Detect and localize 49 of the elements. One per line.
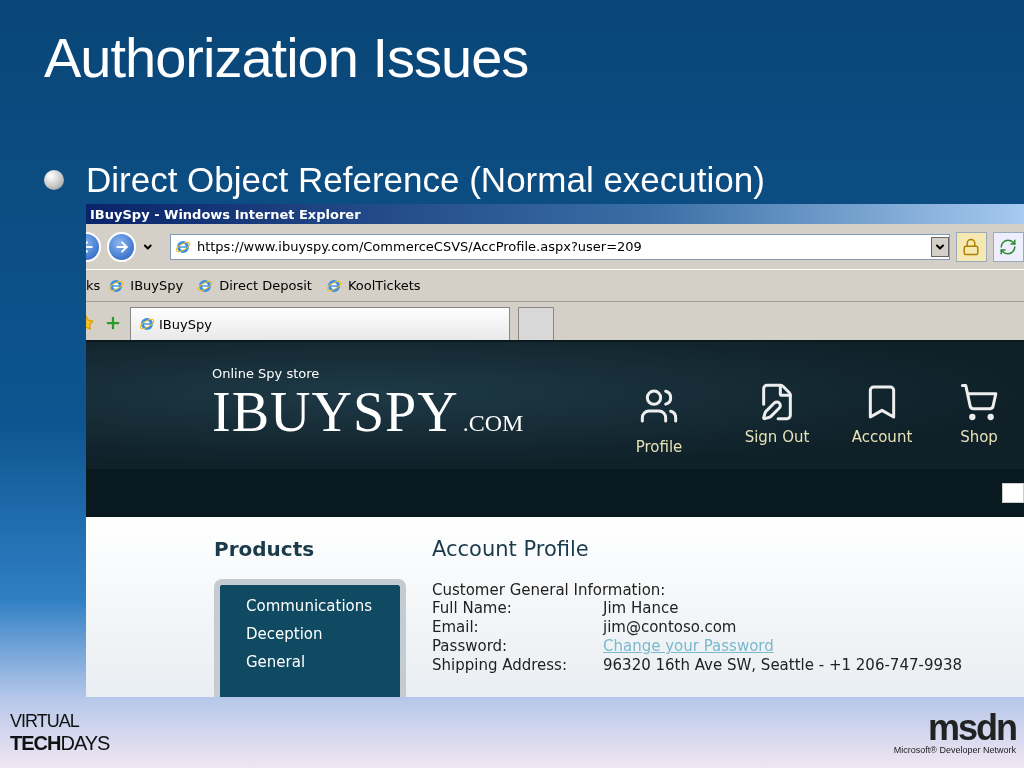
field-value: jim@contoso.com (603, 618, 738, 636)
msdn-logo: msdn (928, 710, 1016, 745)
address-dropdown-button[interactable] (930, 236, 949, 257)
field-label: Full Name: (432, 599, 513, 617)
favorite-link[interactable]: Direct Deposit (197, 277, 312, 294)
cart-icon (959, 382, 999, 422)
field-label: Shipping Address: (432, 656, 568, 674)
bullet-text: Direct Object Reference (Normal execution) (86, 160, 765, 200)
browser-tab[interactable]: IBuySpy (130, 307, 510, 340)
slide-title: Authorization Issues (44, 25, 529, 91)
nav-link[interactable]: Account (830, 382, 934, 456)
browser-page-icon (197, 277, 214, 294)
category-link[interactable]: General (246, 653, 306, 671)
search-field[interactable] (1002, 483, 1024, 503)
address-field[interactable]: https://www.ibuyspy.com/CommerceCSVS/AccProfile.aspx?user=209 (169, 233, 950, 260)
tagline: Online Spy store (212, 366, 320, 381)
forward-button[interactable] (107, 231, 137, 262)
new-tab-button[interactable] (518, 307, 554, 340)
category-link[interactable]: Deception (246, 625, 323, 643)
site-logo[interactable]: IBUYSPY (212, 381, 459, 443)
refresh-button[interactable] (992, 231, 1024, 262)
event-logo-bottom: TECHDAYS (10, 731, 110, 755)
browser-page-icon (108, 277, 125, 294)
window-title: IBuySpy - Windows Internet Explorer (90, 206, 361, 222)
sidebar-heading: Products (214, 537, 316, 561)
favorite-link[interactable]: KoolTickets (325, 277, 421, 294)
browser-page-icon (174, 238, 191, 255)
page-heading: Account Profile (432, 537, 590, 561)
lock-button[interactable] (955, 231, 987, 262)
msdn-caption: Microsoft® Developer Network (893, 744, 1016, 755)
favorite-link[interactable]: IBuySpy (108, 277, 184, 294)
field-value: Jim Hance (603, 599, 680, 617)
nav-link[interactable]: Profile (594, 386, 724, 456)
links-label: ks (86, 278, 101, 293)
nav-link[interactable]: Shop (934, 382, 1024, 456)
bullet-icon (44, 170, 64, 190)
browser-page-icon (325, 277, 342, 294)
browser-page-icon (139, 316, 155, 332)
field-label: Password: (432, 637, 509, 655)
category-link[interactable]: Communications (246, 597, 373, 615)
add-favorite-icon[interactable] (104, 314, 122, 332)
field-label: Email: (432, 618, 480, 636)
lock-icon (962, 237, 981, 256)
event-logo-top: VIRTUAL (10, 710, 81, 732)
field-value: 96320 16th Ave SW, Seattle - +1 206-747-9938 (603, 656, 963, 674)
nav-link[interactable]: Sign Out (724, 382, 830, 456)
section-label: Customer General Information: (432, 581, 667, 599)
logo-suffix: .COM (462, 410, 524, 437)
refresh-icon (999, 237, 1018, 256)
